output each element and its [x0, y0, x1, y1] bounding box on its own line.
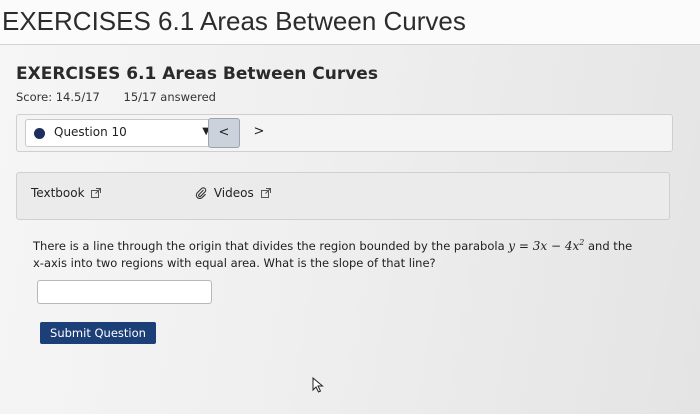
external-link-icon: [260, 188, 271, 198]
score-line: Score: 14.5/17 15/17 answered: [16, 90, 216, 104]
question-nav-bar: Question 10 ▼ < >: [16, 114, 673, 152]
score-label: Score: 14.5/17: [16, 90, 100, 104]
assignment-content: EXERCISES 6.1 Areas Between Curves Score…: [0, 44, 700, 414]
page-header: EXERCISES 6.1 Areas Between Curves: [0, 0, 700, 45]
paperclip-icon: [195, 187, 207, 199]
next-question-button[interactable]: >: [245, 118, 273, 146]
math-minus: −: [547, 239, 565, 253]
resources-panel: Textbook Videos: [16, 172, 670, 220]
external-link-icon: [91, 188, 102, 198]
math-expression: y = 3x − 4x2: [508, 238, 584, 253]
answered-count: 15/17 answered: [123, 90, 216, 104]
textbook-link-label: Textbook: [31, 186, 85, 200]
question-select[interactable]: Question 10 ▼: [25, 119, 217, 147]
math-3x: 3x: [532, 239, 548, 253]
question-select-label: Question 10: [54, 125, 127, 139]
question-text-start: There is a line through the origin that …: [33, 239, 509, 253]
mouse-pointer-icon: [312, 377, 324, 393]
videos-link-label: Videos: [213, 186, 254, 200]
question-status-dot-icon: [34, 128, 45, 139]
math-4x: 4x: [564, 239, 580, 253]
math-equals: =: [515, 239, 533, 253]
previous-question-button[interactable]: <: [208, 118, 240, 148]
submit-question-button[interactable]: Submit Question: [40, 322, 156, 344]
videos-link[interactable]: Videos: [195, 186, 271, 200]
question-text: There is a line through the origin that …: [33, 234, 633, 272]
answer-input[interactable]: [37, 280, 212, 304]
page-header-title: EXERCISES 6.1 Areas Between Curves: [2, 6, 466, 36]
assignment-title: EXERCISES 6.1 Areas Between Curves: [16, 64, 378, 84]
textbook-link[interactable]: Textbook: [31, 186, 102, 200]
